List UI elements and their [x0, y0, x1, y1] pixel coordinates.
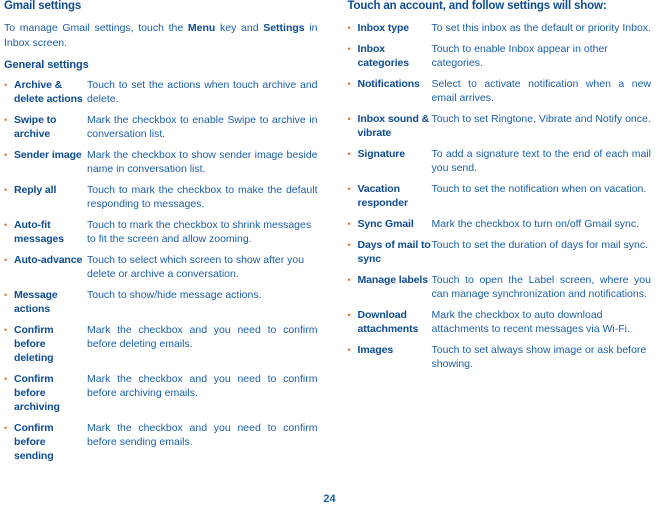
list-item: Auto-fit messages Touch to mark the chec… [4, 218, 318, 246]
bullet-icon [4, 78, 14, 92]
setting-description: Touch to set the actions when touch arch… [87, 79, 318, 105]
setting-label: Reply all [14, 184, 57, 196]
list-item: Vacation responder Touch to set the noti… [348, 182, 652, 210]
account-settings-list: Inbox type To set this inbox as the defa… [348, 21, 652, 371]
setting-description: Touch to open the Label screen, where yo… [431, 274, 652, 300]
setting-label: Sync Gmail [357, 218, 414, 230]
list-item: Confirm before deleting Mark the checkbo… [4, 323, 318, 365]
bullet-icon [348, 238, 358, 252]
list-item: Notifications Select to activate notific… [348, 77, 652, 105]
two-column-layout: Gmail settings To manage Gmail settings,… [0, 0, 659, 470]
setting-label: Signature [357, 148, 406, 160]
bullet-icon [348, 147, 358, 161]
list-item: Swipe to archive Mark the checkbox to en… [4, 113, 318, 141]
setting-label: Sender image [14, 149, 82, 161]
bullet-icon [4, 183, 14, 197]
bullet-icon [4, 323, 14, 337]
setting-description: Touch to set Ringtone, Vibrate and Notif… [431, 113, 651, 125]
setting-label: Days of mail to sync [357, 239, 431, 265]
list-item: Inbox categories Touch to enable Inbox a… [348, 42, 652, 70]
intro-text-part2: key and [215, 22, 264, 34]
right-column: Touch an account, and follow settings wi… [330, 0, 659, 470]
list-item: Manage labels Touch to open the Label sc… [348, 273, 652, 301]
setting-label: Inbox categories [357, 43, 410, 69]
bullet-icon [4, 148, 14, 162]
intro-text-part1: To manage Gmail settings, touch the [4, 22, 188, 34]
setting-description: Touch to mark the checkbox to shrink mes… [87, 219, 312, 245]
setting-description: Touch to set always show image or ask be… [431, 344, 647, 370]
setting-label: Confirm before deleting [14, 324, 54, 364]
setting-description: To set this inbox as the default or prio… [431, 22, 651, 34]
list-item: Confirm before sending Mark the checkbox… [4, 421, 318, 463]
list-item: Inbox type To set this inbox as the defa… [348, 21, 652, 35]
left-column: Gmail settings To manage Gmail settings,… [0, 0, 330, 470]
bullet-icon [348, 343, 358, 357]
intro-bold-settings: Settings [263, 22, 305, 34]
list-item: Images Touch to set always show image or… [348, 343, 652, 371]
bullet-icon [4, 218, 14, 232]
intro-bold-menu: Menu [187, 22, 216, 34]
section-heading-account-settings: Touch an account, and follow settings wi… [347, 0, 607, 12]
list-item: Signature To add a signature text to the… [348, 147, 652, 175]
setting-label: Swipe to archive [14, 114, 57, 140]
list-item: Download attachments Mark the checkbox t… [348, 308, 652, 336]
list-item: Auto-advance Touch to select which scree… [4, 253, 318, 281]
bullet-icon [348, 42, 358, 56]
bullet-icon [4, 288, 14, 302]
list-item: Days of mail to sync Touch to set the du… [348, 238, 652, 266]
setting-label: Auto-advance [14, 254, 83, 266]
setting-description: Mark the checkbox to auto download attac… [431, 309, 630, 335]
setting-label: Confirm before archiving [14, 373, 60, 413]
bullet-icon [348, 182, 358, 196]
document-page: Gmail settings To manage Gmail settings,… [0, 0, 659, 513]
setting-description: Mark the checkbox to show sender image b… [87, 149, 318, 175]
setting-description: Touch to show/hide message actions. [87, 289, 262, 301]
setting-description: Touch to enable Inbox appear in other ca… [431, 43, 608, 69]
setting-description: Mark the checkbox to turn on/off Gmail s… [431, 218, 640, 230]
setting-description: Mark the checkbox and you need to confir… [87, 373, 318, 399]
section-heading-general-settings: General settings [4, 59, 89, 71]
setting-label: Manage labels [357, 274, 429, 286]
setting-label: Message actions [14, 289, 58, 315]
list-item: Reply all Touch to mark the checkbox to … [4, 183, 318, 211]
page-title: Gmail settings [4, 0, 82, 12]
setting-description: Touch to mark the checkbox to make the d… [87, 184, 318, 210]
setting-label: Inbox sound & vibrate [357, 113, 430, 139]
list-item: Sender image Mark the checkbox to show s… [4, 148, 318, 176]
setting-label: Inbox type [357, 22, 410, 34]
intro-paragraph: To manage Gmail settings, touch the Menu… [4, 21, 318, 50]
page-number: 24 [323, 493, 336, 505]
bullet-icon [348, 112, 358, 126]
bullet-icon [4, 421, 14, 435]
setting-description: Touch to select which screen to show aft… [87, 254, 305, 280]
setting-label: Notifications [357, 78, 420, 90]
bullet-icon [4, 372, 14, 386]
bullet-icon [348, 308, 358, 322]
setting-description: Select to activate notification when a n… [431, 78, 652, 104]
bullet-icon [348, 273, 358, 287]
bullet-icon [4, 253, 14, 267]
list-item: Confirm before archiving Mark the checkb… [4, 372, 318, 414]
bullet-icon [348, 21, 358, 35]
general-settings-list: Archive & delete actions Touch to set th… [4, 78, 318, 463]
setting-label: Download attachments [357, 309, 419, 335]
setting-label: Vacation responder [357, 183, 409, 209]
setting-description: Mark the checkbox and you need to confir… [87, 324, 318, 350]
setting-description: Touch to set the notification when on va… [431, 183, 647, 195]
list-item: Archive & delete actions Touch to set th… [4, 78, 318, 106]
setting-label: Images [357, 344, 394, 356]
bullet-icon [348, 77, 358, 91]
list-item: Inbox sound & vibrate Touch to set Ringt… [348, 112, 652, 140]
setting-description: Mark the checkbox to enable Swipe to arc… [87, 114, 318, 140]
setting-description: To add a signature text to the end of ea… [431, 148, 652, 174]
list-item: Sync Gmail Mark the checkbox to turn on/… [348, 217, 652, 231]
setting-description: Mark the checkbox and you need to confir… [87, 422, 318, 448]
bullet-icon [348, 217, 358, 231]
list-item: Message actions Touch to show/hide messa… [4, 288, 318, 316]
setting-label: Confirm before sending [14, 422, 54, 462]
setting-label: Auto-fit messages [14, 219, 64, 245]
setting-description: Touch to set the duration of days for ma… [431, 239, 649, 251]
bullet-icon [4, 113, 14, 127]
setting-label: Archive & delete actions [14, 79, 83, 105]
